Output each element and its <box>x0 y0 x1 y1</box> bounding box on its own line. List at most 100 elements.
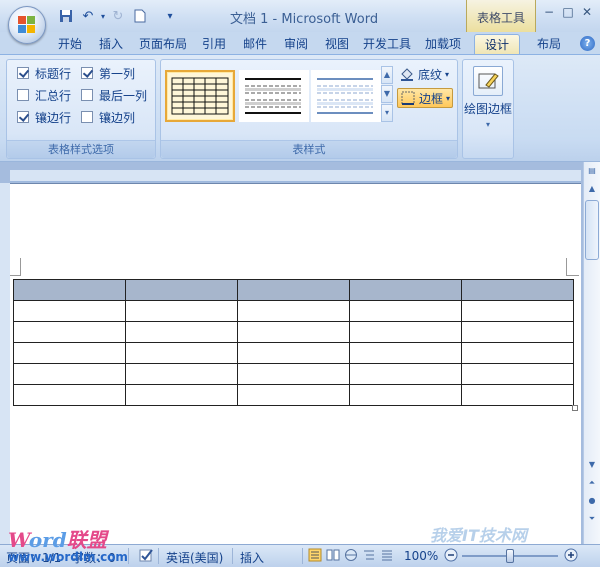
table-cell[interactable] <box>349 279 462 301</box>
table-cell[interactable] <box>125 384 238 406</box>
zoom-level[interactable]: 100% <box>404 549 438 563</box>
office-button[interactable] <box>8 6 46 44</box>
tab-review[interactable]: 审阅 <box>278 34 314 54</box>
tab-insert[interactable]: 插入 <box>93 34 129 54</box>
table-cell[interactable] <box>125 300 238 322</box>
table-row <box>13 300 574 322</box>
table-cell[interactable] <box>349 342 462 364</box>
horizontal-ruler[interactable] <box>10 170 581 182</box>
document-table[interactable] <box>13 279 574 406</box>
save-icon[interactable] <box>58 8 74 24</box>
view-full-screen-icon[interactable] <box>326 548 340 565</box>
tab-home[interactable]: 开始 <box>52 34 88 54</box>
vertical-ruler[interactable] <box>0 183 10 544</box>
table-cell[interactable] <box>13 300 126 322</box>
previous-page-icon[interactable]: ⏶ <box>585 476 599 490</box>
gallery-more-icon[interactable]: ▾ <box>381 104 393 122</box>
gallery-scroll-down-icon[interactable]: ▼ <box>381 85 393 103</box>
zoom-in-icon[interactable] <box>564 548 578 565</box>
zoom-slider-thumb[interactable] <box>506 549 514 563</box>
wordlm-watermark-logo: Word联盟 <box>8 528 107 552</box>
table-cell[interactable] <box>13 279 126 301</box>
table-cell[interactable] <box>125 279 238 301</box>
table-cell[interactable] <box>349 300 462 322</box>
view-draft-icon[interactable] <box>380 548 394 565</box>
table-cell[interactable] <box>237 300 350 322</box>
browse-object-icon[interactable]: ● <box>585 494 599 508</box>
table-cell[interactable] <box>13 384 126 406</box>
checkbox-icon <box>81 111 93 123</box>
tab-view[interactable]: 视图 <box>319 34 355 54</box>
ruler-toggle-icon[interactable]: ▤ <box>585 164 599 178</box>
language-indicator[interactable]: 英语(美国) <box>166 549 223 566</box>
office-logo-icon <box>18 16 36 34</box>
table-row <box>13 342 574 364</box>
table-cell[interactable] <box>237 279 350 301</box>
scrollbar-thumb[interactable] <box>585 200 599 260</box>
zoom-out-icon[interactable] <box>444 548 458 565</box>
table-style-grid-thumb[interactable] <box>165 70 235 122</box>
maximize-button[interactable]: □ <box>559 4 577 20</box>
table-cell[interactable] <box>461 300 574 322</box>
insert-mode-indicator[interactable]: 插入 <box>240 549 264 566</box>
option-last-column[interactable]: 最后一列 <box>81 86 147 104</box>
table-cell[interactable] <box>237 342 350 364</box>
table-cell[interactable] <box>349 321 462 343</box>
tab-add-ins[interactable]: 加载项 <box>420 34 466 54</box>
next-page-icon[interactable]: ⏷ <box>585 512 599 526</box>
option-banded-rows[interactable]: 镶边行 <box>17 108 71 126</box>
tab-page-layout[interactable]: 页面布局 <box>134 34 192 54</box>
table-styles-group: ▲ ▼ ▾ 底纹 ▾ 边框 ▾ 表样式 <box>160 59 458 159</box>
option-banded-columns[interactable]: 镶边列 <box>81 108 135 126</box>
table-cell[interactable] <box>461 342 574 364</box>
proofing-icon[interactable] <box>138 547 154 566</box>
table-resize-handle[interactable] <box>572 405 578 411</box>
table-cell[interactable] <box>461 384 574 406</box>
table-cell[interactable] <box>237 384 350 406</box>
option-first-column[interactable]: 第一列 <box>81 64 135 82</box>
table-cell[interactable] <box>237 321 350 343</box>
option-header-row[interactable]: 标题行 <box>17 64 71 82</box>
table-cell[interactable] <box>13 321 126 343</box>
undo-icon[interactable]: ↶ <box>80 8 96 24</box>
close-button[interactable]: ✕ <box>578 4 596 20</box>
shading-button[interactable]: 底纹 ▾ <box>397 64 449 84</box>
tab-mailings[interactable]: 邮件 <box>237 34 273 54</box>
option-total-row[interactable]: 汇总行 <box>17 86 71 104</box>
view-print-layout-icon[interactable] <box>308 548 322 565</box>
redo-icon[interactable]: ↻ <box>110 8 126 24</box>
table-cell[interactable] <box>461 279 574 301</box>
tab-developer[interactable]: 开发工具 <box>358 34 416 54</box>
view-web-layout-icon[interactable] <box>344 548 358 565</box>
tab-layout[interactable]: 布局 <box>526 34 572 54</box>
table-cell[interactable] <box>461 363 574 385</box>
minimize-button[interactable]: − <box>540 4 558 20</box>
table-cell[interactable] <box>125 363 238 385</box>
tab-references[interactable]: 引用 <box>196 34 232 54</box>
table-cell[interactable] <box>125 321 238 343</box>
table-cell[interactable] <box>13 342 126 364</box>
scroll-up-icon[interactable]: ▲ <box>585 182 599 196</box>
table-style-light-blue-thumb[interactable] <box>311 70 381 122</box>
crop-mark <box>566 258 567 276</box>
table-style-light-shading-thumb[interactable] <box>239 70 309 122</box>
vertical-scrollbar[interactable]: ▤ ▲ ▼ ⏶ ● ⏷ <box>583 162 600 544</box>
undo-dropdown-icon[interactable]: ▾ <box>95 8 111 24</box>
tab-design[interactable]: 设计 <box>474 34 520 54</box>
table-cell[interactable] <box>13 363 126 385</box>
table-cell[interactable] <box>349 363 462 385</box>
gallery-scroll-up-icon[interactable]: ▲ <box>381 66 393 84</box>
view-outline-icon[interactable] <box>362 548 376 565</box>
table-cell[interactable] <box>349 384 462 406</box>
draw-borders-group[interactable]: 绘图边框 ▾ <box>462 59 514 159</box>
borders-icon <box>401 91 415 105</box>
customize-qat-icon[interactable]: ▾ <box>162 8 178 24</box>
new-document-icon[interactable] <box>132 8 148 24</box>
borders-button[interactable]: 边框 ▾ <box>397 88 453 108</box>
scroll-down-icon[interactable]: ▼ <box>585 458 599 472</box>
help-icon[interactable]: ? <box>580 36 595 51</box>
table-cell[interactable] <box>461 321 574 343</box>
site-watermark: 我爱IT技术网 <box>430 526 527 545</box>
table-cell[interactable] <box>125 342 238 364</box>
table-cell[interactable] <box>237 363 350 385</box>
